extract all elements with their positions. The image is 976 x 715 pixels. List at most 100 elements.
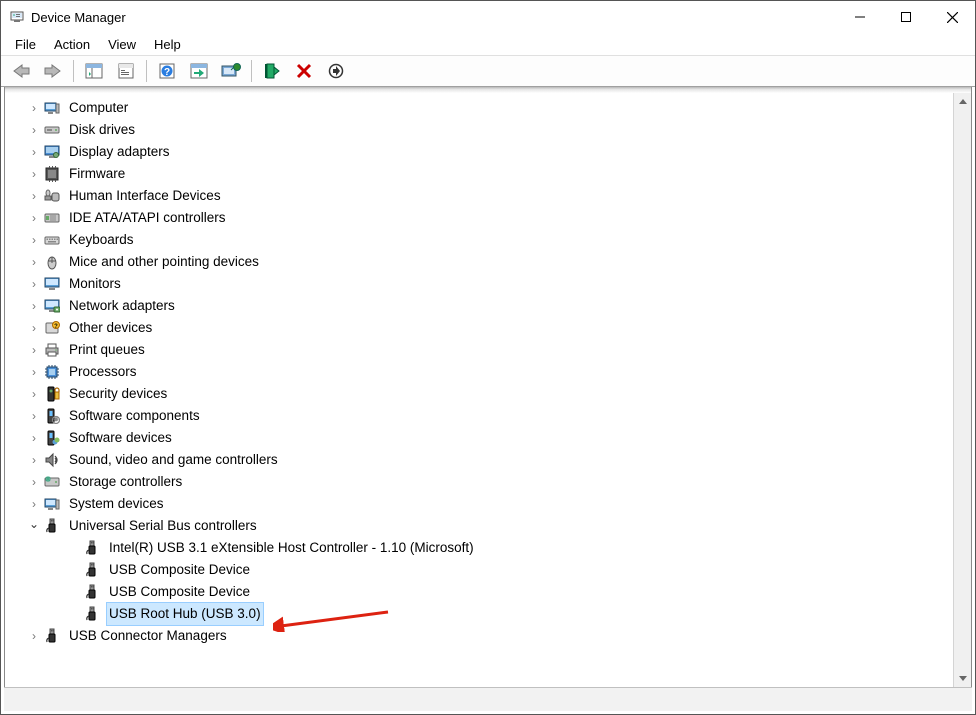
app-icon: [9, 9, 25, 25]
expander-closed-icon[interactable]: ›: [27, 163, 41, 185]
tree-node-processors[interactable]: ›Processors: [17, 361, 953, 383]
tree-node-universal-serial-bus-controllers[interactable]: ⌄Universal Serial Bus controllers: [17, 515, 953, 537]
expander-closed-icon[interactable]: ›: [27, 119, 41, 141]
hid-icon: [43, 187, 61, 205]
tree-node-print-queues[interactable]: ›Print queues: [17, 339, 953, 361]
nav-back-button[interactable]: [6, 57, 36, 85]
expander-closed-icon[interactable]: ›: [27, 405, 41, 427]
usb-icon: [83, 583, 101, 601]
expander-closed-icon[interactable]: ›: [27, 625, 41, 647]
expander-closed-icon[interactable]: ›: [27, 449, 41, 471]
tree-node-other-devices[interactable]: ›?Other devices: [17, 317, 953, 339]
expander-closed-icon[interactable]: ›: [27, 427, 41, 449]
tree-node-label: USB Connector Managers: [67, 625, 229, 647]
tree-node-security-devices[interactable]: ›Security devices: [17, 383, 953, 405]
help-button[interactable]: ?: [152, 57, 182, 85]
tree-node-label: Mice and other pointing devices: [67, 251, 261, 273]
tree-node-label: Display adapters: [67, 141, 172, 163]
scroll-down-button[interactable]: [954, 670, 971, 687]
uninstall-device-button[interactable]: [289, 57, 319, 85]
minimize-button[interactable]: [837, 1, 883, 33]
scan-hardware-button[interactable]: [184, 57, 214, 85]
keyboard-icon: [43, 231, 61, 249]
close-button[interactable]: [929, 1, 975, 33]
tree-node-label: IDE ATA/ATAPI controllers: [67, 207, 228, 229]
tree-node-ide-ata-atapi-controllers[interactable]: › IDE ATA/ATAPI controllers: [17, 207, 953, 229]
tree-node-sound-video-and-game-controllers[interactable]: ›Sound, video and game controllers: [17, 449, 953, 471]
tree-node-software-components[interactable]: › Software components: [17, 405, 953, 427]
expander-closed-icon[interactable]: ›: [27, 273, 41, 295]
tree-node-network-adapters[interactable]: › Network adapters: [17, 295, 953, 317]
storage-icon: [43, 473, 61, 491]
nav-forward-button[interactable]: [38, 57, 68, 85]
tree-node-mice-and-other-pointing-devices[interactable]: › Mice and other pointing devices: [17, 251, 953, 273]
tree-node-usb-composite-device[interactable]: USB Composite Device: [17, 559, 953, 581]
tree-node-label: Storage controllers: [67, 471, 184, 493]
tree-node-label: Firmware: [67, 163, 127, 185]
expander-closed-icon[interactable]: ›: [27, 361, 41, 383]
update-driver-button[interactable]: [216, 57, 246, 85]
show-hide-console-tree-button[interactable]: [79, 57, 109, 85]
expander-closed-icon[interactable]: ›: [27, 471, 41, 493]
ide-icon: [43, 209, 61, 227]
expander-closed-icon[interactable]: ›: [27, 251, 41, 273]
expander-closed-icon[interactable]: ›: [27, 383, 41, 405]
tree-node-storage-controllers[interactable]: › Storage controllers: [17, 471, 953, 493]
menu-help[interactable]: Help: [146, 35, 189, 54]
tree-node-software-devices[interactable]: ›Software devices: [17, 427, 953, 449]
scroll-up-button[interactable]: [954, 93, 971, 110]
vertical-scrollbar[interactable]: [953, 93, 971, 687]
statusbar: [4, 687, 972, 711]
menu-view[interactable]: View: [100, 35, 144, 54]
mouse-icon: [43, 253, 61, 271]
tree-node-intel-r-usb-3-1-extensible-host-controll[interactable]: Intel(R) USB 3.1 eXtensible Host Control…: [17, 537, 953, 559]
tree-node-monitors[interactable]: ›Monitors: [17, 273, 953, 295]
tree-node-usb-connector-managers[interactable]: › USB Connector Managers: [17, 625, 953, 647]
usb-icon: [83, 561, 101, 579]
maximize-button[interactable]: [883, 1, 929, 33]
tree-node-usb-composite-device[interactable]: USB Composite Device: [17, 581, 953, 603]
tree-node-label: Intel(R) USB 3.1 eXtensible Host Control…: [107, 537, 476, 559]
svg-text:?: ?: [164, 67, 170, 78]
expander-closed-icon[interactable]: ›: [27, 339, 41, 361]
expander-closed-icon[interactable]: ›: [27, 493, 41, 515]
display-icon: [43, 143, 61, 161]
expander-open-icon[interactable]: ⌄: [27, 513, 41, 535]
expander-closed-icon[interactable]: ›: [27, 97, 41, 119]
monitor-icon: [43, 275, 61, 293]
menu-file[interactable]: File: [7, 35, 44, 54]
expander-closed-icon[interactable]: ›: [27, 317, 41, 339]
tree-node-label: Disk drives: [67, 119, 137, 141]
enable-device-button[interactable]: [257, 57, 287, 85]
content-area: › Computer › Disk drives › Display adapters › F…: [4, 93, 972, 687]
tree-node-usb-root-hub-usb-3-0[interactable]: USB Root Hub (USB 3.0): [17, 603, 953, 625]
tree-node-disk-drives[interactable]: › Disk drives: [17, 119, 953, 141]
tree-node-computer[interactable]: › Computer: [17, 97, 953, 119]
tree-node-label: Network adapters: [67, 295, 177, 317]
tree-node-system-devices[interactable]: ›System devices: [17, 493, 953, 515]
tree-node-display-adapters[interactable]: › Display adapters: [17, 141, 953, 163]
system-icon: [43, 495, 61, 513]
window-title: Device Manager: [31, 10, 126, 25]
device-tree[interactable]: › Computer › Disk drives › Display adapters › F…: [5, 93, 953, 687]
tree-node-firmware[interactable]: › Firmware: [17, 163, 953, 185]
expander-closed-icon[interactable]: ›: [27, 185, 41, 207]
expander-closed-icon[interactable]: ›: [27, 295, 41, 317]
disable-device-button[interactable]: [321, 57, 351, 85]
tree-node-label: Software components: [67, 405, 202, 427]
properties-button[interactable]: [111, 57, 141, 85]
tree-node-human-interface-devices[interactable]: ›Human Interface Devices: [17, 185, 953, 207]
menu-action[interactable]: Action: [46, 35, 98, 54]
tree-node-label: USB Composite Device: [107, 581, 252, 603]
usb-icon: [83, 539, 101, 557]
expander-closed-icon[interactable]: ›: [27, 207, 41, 229]
sound-icon: [43, 451, 61, 469]
tree-node-label: Keyboards: [67, 229, 136, 251]
tree-node-label: Computer: [67, 97, 130, 119]
tree-node-keyboards[interactable]: › Keyboards: [17, 229, 953, 251]
expander-closed-icon[interactable]: ›: [27, 229, 41, 251]
expander-closed-icon[interactable]: ›: [27, 141, 41, 163]
tree-node-label: USB Composite Device: [107, 559, 252, 581]
swdev-icon: [43, 429, 61, 447]
security-icon: [43, 385, 61, 403]
